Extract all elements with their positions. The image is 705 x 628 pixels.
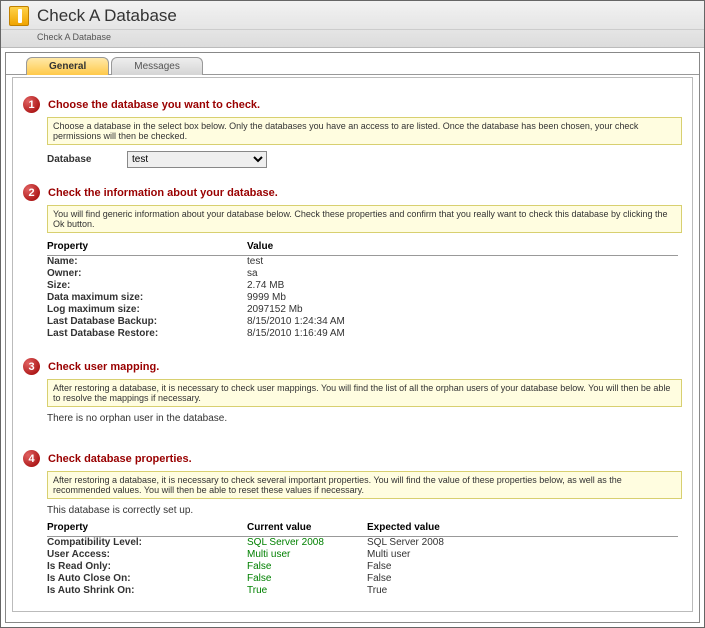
database-icon xyxy=(9,6,29,26)
step1-info: Choose a database in the select box belo… xyxy=(47,117,682,145)
table-row: Size:2.74 MB xyxy=(47,280,678,292)
table-row: Owner:sa xyxy=(47,268,678,280)
table-row: Name:test xyxy=(47,256,678,269)
step2-col-property: Property xyxy=(47,239,247,256)
table-row: Log maximum size:2097152 Mb xyxy=(47,304,678,316)
step3-header: 3 Check user mapping. xyxy=(23,358,682,375)
app-window: Check A Database Check A Database Genera… xyxy=(0,0,705,628)
page-subtitle: Check A Database xyxy=(1,30,704,48)
step3-note: There is no orphan user in the database. xyxy=(47,413,682,424)
database-label: Database xyxy=(47,154,127,165)
tab-messages[interactable]: Messages xyxy=(111,57,203,75)
table-row: Is Auto Shrink On:TrueTrue xyxy=(47,585,678,597)
step3-info: After restoring a database, it is necess… xyxy=(47,379,682,407)
step1-title: Choose the database you want to check. xyxy=(48,99,260,111)
table-row: Last Database Restore:8/15/2010 1:16:49 … xyxy=(47,328,678,340)
content-area: General Messages 1 Choose the database y… xyxy=(5,52,700,623)
table-row: Last Database Backup:8/15/2010 1:24:34 A… xyxy=(47,316,678,328)
step4-col-property: Property xyxy=(47,520,247,537)
step4-table: Property Current value Expected value Co… xyxy=(47,520,678,597)
panel-general: 1 Choose the database you want to check.… xyxy=(12,77,693,612)
step2-title: Check the information about your databas… xyxy=(48,187,278,199)
step3-number: 3 xyxy=(23,358,40,375)
table-row: Is Read Only:FalseFalse xyxy=(47,561,678,573)
step4-title: Check database properties. xyxy=(48,453,192,465)
step4-info: After restoring a database, it is necess… xyxy=(47,471,682,499)
table-row: Is Auto Close On:FalseFalse xyxy=(47,573,678,585)
tabs: General Messages xyxy=(26,57,699,75)
table-row: User Access:Multi userMulti user xyxy=(47,549,678,561)
titlebar: Check A Database xyxy=(1,1,704,30)
step4-header: 4 Check database properties. xyxy=(23,450,682,467)
step2-info: You will find generic information about … xyxy=(47,205,682,233)
step1-header: 1 Choose the database you want to check. xyxy=(23,96,682,113)
table-row: Compatibility Level:SQL Server 2008SQL S… xyxy=(47,537,678,550)
database-select[interactable]: test xyxy=(127,151,267,168)
step4-note: This database is correctly set up. xyxy=(47,505,682,516)
step3-title: Check user mapping. xyxy=(48,361,159,373)
step2-col-value: Value xyxy=(247,239,678,256)
step2-header: 2 Check the information about your datab… xyxy=(23,184,682,201)
database-select-row: Database test xyxy=(47,151,682,168)
step2-number: 2 xyxy=(23,184,40,201)
step4-number: 4 xyxy=(23,450,40,467)
step4-col-expected: Expected value xyxy=(367,520,678,537)
page-title: Check A Database xyxy=(37,6,177,26)
table-row: Data maximum size:9999 Mb xyxy=(47,292,678,304)
tab-general[interactable]: General xyxy=(26,57,109,75)
step4-col-current: Current value xyxy=(247,520,367,537)
step2-table: Property Value Name:test Owner:sa Size:2… xyxy=(47,239,678,340)
step1-number: 1 xyxy=(23,96,40,113)
